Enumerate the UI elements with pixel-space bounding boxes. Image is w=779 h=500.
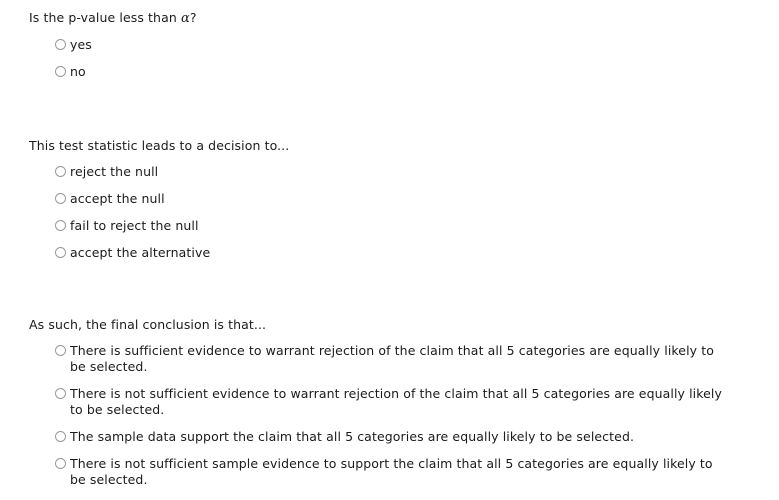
prompt-text-prefix: Is the p-value less than <box>29 10 181 25</box>
options-list: yes no <box>29 37 779 80</box>
radio-button-icon[interactable] <box>55 431 66 442</box>
option-label: The sample data support the claim that a… <box>70 429 635 444</box>
option-label: yes <box>70 37 92 52</box>
question-prompt: Is the p-value less than α? <box>29 10 779 27</box>
question-prompt: This test statistic leads to a decision … <box>29 138 290 153</box>
option-reject-the-null[interactable]: reject the null <box>55 164 779 180</box>
radio-button-icon[interactable] <box>55 458 66 469</box>
radio-button-icon[interactable] <box>55 388 66 399</box>
question-prompt: As such, the final conclusion is that... <box>29 317 267 332</box>
option-fail-to-reject-the-null[interactable]: fail to reject the null <box>55 218 779 234</box>
option-yes[interactable]: yes <box>55 37 779 53</box>
alpha-symbol: α <box>180 11 190 26</box>
option-accept-the-null[interactable]: accept the null <box>55 191 779 207</box>
option-no[interactable]: no <box>55 64 779 80</box>
radio-button-icon[interactable] <box>55 166 66 177</box>
question-decision: This test statistic leads to a decision … <box>0 91 779 261</box>
option-label: no <box>70 64 86 79</box>
radio-button-icon[interactable] <box>55 39 66 50</box>
options-list: reject the null accept the null fail to … <box>29 164 779 261</box>
option-accept-the-alternative[interactable]: accept the alternative <box>55 245 779 261</box>
statistics-quiz-page: Is the p-value less than α? yes no This … <box>0 0 779 500</box>
radio-button-icon[interactable] <box>55 193 66 204</box>
radio-button-icon[interactable] <box>55 66 66 77</box>
option-sample-data-support[interactable]: The sample data support the claim that a… <box>55 429 779 445</box>
question-final-conclusion: As such, the final conclusion is that...… <box>0 272 779 488</box>
option-label: reject the null <box>70 164 159 179</box>
question-p-value-comparison: Is the p-value less than α? yes no <box>0 0 779 80</box>
radio-button-icon[interactable] <box>55 345 66 356</box>
option-label: accept the null <box>70 191 165 206</box>
option-not-sufficient-sample-evidence-support[interactable]: There is not sufficient sample evidence … <box>55 456 779 488</box>
option-not-sufficient-evidence-reject[interactable]: There is not sufficient evidence to warr… <box>55 386 779 418</box>
radio-button-icon[interactable] <box>55 220 66 231</box>
option-label: There is sufficient evidence to warrant … <box>70 343 714 374</box>
options-list: There is sufficient evidence to warrant … <box>29 343 779 488</box>
option-sufficient-evidence-reject[interactable]: There is sufficient evidence to warrant … <box>55 343 779 375</box>
option-label: There is not sufficient sample evidence … <box>70 456 713 487</box>
option-label: fail to reject the null <box>70 218 199 233</box>
option-label: There is not sufficient evidence to warr… <box>70 386 723 417</box>
option-label: accept the alternative <box>70 245 211 260</box>
prompt-text-suffix: ? <box>189 10 197 25</box>
radio-button-icon[interactable] <box>55 247 66 258</box>
